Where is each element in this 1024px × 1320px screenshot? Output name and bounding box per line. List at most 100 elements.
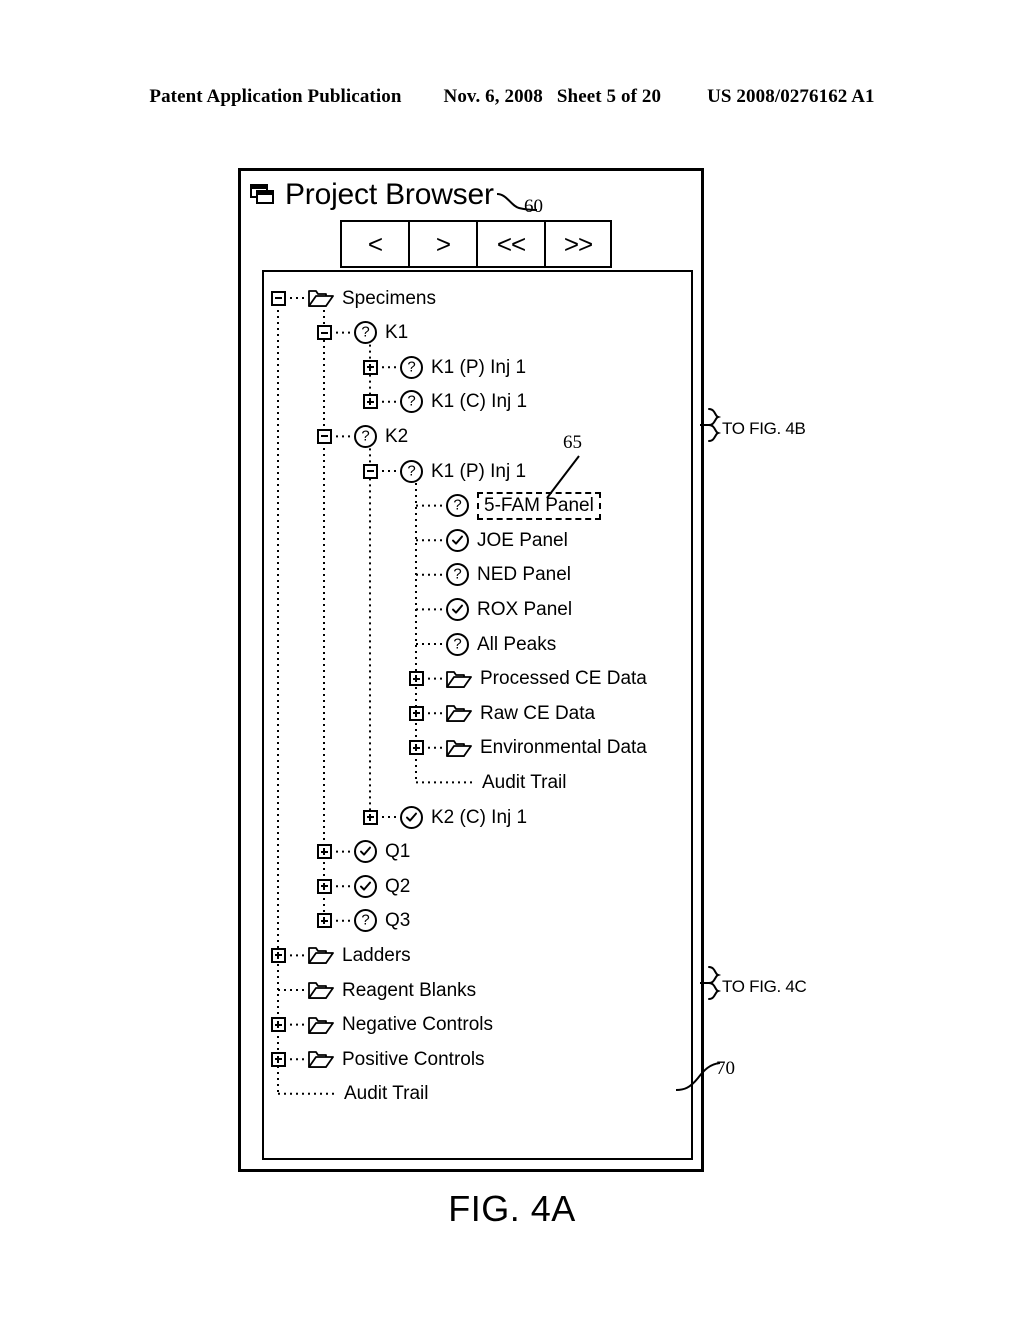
tree-node-q3[interactable]: Q3: [264, 904, 410, 938]
figure-caption: FIG. 4A: [448, 1188, 576, 1229]
tree-node-label-k2-k1-p-inj1: K1 (P) Inj 1: [431, 460, 527, 482]
tree-node-audit-trail-inner[interactable]: Audit Trail: [264, 765, 566, 799]
tree-node-label-negative-controls: Negative Controls: [342, 1014, 494, 1036]
check-circle-icon-panel-rox: [446, 597, 469, 621]
tree-node-label-q1: Q1: [385, 841, 411, 863]
window-titlebar: Project Browser: [250, 178, 494, 212]
tree-node-label-audit-trail-root: Audit Trail: [344, 1083, 429, 1105]
folder-icon-specimens: [308, 288, 334, 308]
tree-node-panel-rox[interactable]: ROX Panel: [264, 592, 572, 626]
tree-node-panel-ned[interactable]: NED Panel: [264, 558, 571, 592]
tree-expander-plus-q2[interactable]: [316, 878, 332, 894]
project-tree: Specimens K1 K1 (P) Inj 1 K1 (C) Inj 1 K2 K1 …: [264, 272, 691, 1158]
tree-node-label-audit-trail-inner: Audit Trail: [482, 771, 567, 793]
folder-icon-reagent-blanks: [308, 980, 334, 1000]
tree-node-audit-trail-root[interactable]: Audit Trail: [264, 1077, 428, 1111]
folder-icon-ladders: [308, 945, 334, 965]
publication-date: Nov. 6, 2008: [443, 86, 543, 107]
reference-60-label: 60: [524, 196, 543, 217]
tree-node-label-environmental: Environmental Data: [480, 737, 647, 759]
tree-node-label-processed-ce: Processed CE Data: [480, 668, 647, 690]
tree-expander-plus-processed-ce[interactable]: [408, 671, 424, 687]
tree-expander-plus-q3[interactable]: [316, 913, 332, 929]
tree-node-processed-ce[interactable]: Processed CE Data: [264, 662, 647, 696]
check-circle-icon-q2: [354, 874, 377, 898]
tree-node-k2[interactable]: K2: [264, 419, 408, 453]
question-circle-icon-panel-5fam: [446, 494, 469, 518]
tree-node-label-ladders: Ladders: [342, 944, 411, 966]
to-fig-4b-label: TO FIG. 4B: [722, 419, 806, 438]
tree-node-environmental[interactable]: Environmental Data: [264, 731, 647, 765]
tree-node-k1[interactable]: K1: [264, 316, 408, 350]
question-circle-icon-k2: [354, 424, 377, 448]
project-tree-panel[interactable]: Specimens K1 K1 (P) Inj 1 K1 (C) Inj 1 K2 K1 …: [262, 270, 693, 1160]
tree-expander-minus-specimens[interactable]: [270, 290, 286, 306]
question-circle-icon-k1: [354, 321, 377, 345]
tree-node-ladders[interactable]: Ladders: [264, 938, 411, 972]
to-fig-4c-label: TO FIG. 4C: [722, 977, 807, 996]
tree-node-panel-joe[interactable]: JOE Panel: [264, 523, 568, 557]
tree-node-label-specimens: Specimens: [342, 287, 436, 309]
tree-expander-plus-ladders[interactable]: [270, 947, 286, 963]
question-circle-icon-k2-k1-p-inj1: [400, 459, 423, 483]
tree-node-positive-controls[interactable]: Positive Controls: [264, 1042, 485, 1076]
question-circle-icon-panel-ned: [446, 563, 469, 587]
tree-expander-plus-q1[interactable]: [316, 844, 332, 860]
tree-node-k2-k1-p-inj1[interactable]: K1 (P) Inj 1: [264, 454, 526, 488]
nav-last-button[interactable]: >>: [544, 220, 612, 268]
tree-expander-minus-k2[interactable]: [316, 428, 332, 444]
folder-icon-positive-controls: [308, 1049, 334, 1069]
question-circle-icon-k1-p-inj1: [400, 355, 423, 379]
tree-node-label-q3: Q3: [385, 910, 411, 932]
navigation-button-group: < > << >>: [340, 220, 612, 268]
folder-icon-environmental: [446, 738, 472, 758]
question-circle-icon-q3: [354, 909, 377, 933]
folder-icon-negative-controls: [308, 1015, 334, 1035]
question-circle-icon-k1-c-inj1: [400, 390, 423, 414]
question-circle-icon-all-peaks: [446, 632, 469, 656]
tree-node-label-k2: K2: [385, 425, 409, 447]
tree-node-raw-ce[interactable]: Raw CE Data: [264, 696, 595, 730]
sheet-number: Sheet 5 of 20: [556, 86, 662, 107]
tree-expander-plus-k1-p-inj1[interactable]: [362, 359, 378, 375]
nav-next-button[interactable]: >: [408, 220, 476, 268]
tree-node-k2-c-inj1[interactable]: K2 (C) Inj 1: [264, 800, 527, 834]
tree-expander-plus-positive-controls[interactable]: [270, 1051, 286, 1067]
check-circle-icon-k2-c-inj1: [400, 805, 423, 829]
tree-expander-plus-raw-ce[interactable]: [408, 705, 424, 721]
tree-node-k1-p-inj1[interactable]: K1 (P) Inj 1: [264, 350, 526, 384]
tree-expander-plus-environmental[interactable]: [408, 740, 424, 756]
tree-expander-plus-k1-c-inj1[interactable]: [362, 394, 378, 410]
tree-node-q2[interactable]: Q2: [264, 869, 410, 903]
tree-node-label-raw-ce: Raw CE Data: [480, 702, 596, 724]
tree-node-label-k1: K1: [385, 322, 409, 344]
folder-icon-processed-ce: [446, 669, 472, 689]
check-circle-icon-panel-joe: [446, 528, 469, 552]
tree-node-label-all-peaks: All Peaks: [477, 633, 557, 655]
tree-node-q1[interactable]: Q1: [264, 835, 410, 869]
tree-node-k1-c-inj1[interactable]: K1 (C) Inj 1: [264, 385, 527, 419]
tree-node-label-reagent-blanks: Reagent Blanks: [342, 979, 477, 1001]
tree-node-label-k2-c-inj1: K2 (C) Inj 1: [431, 806, 528, 828]
tree-node-negative-controls[interactable]: Negative Controls: [264, 1008, 493, 1042]
tree-expander-plus-negative-controls[interactable]: [270, 1017, 286, 1033]
tree-expander-plus-k2-c-inj1[interactable]: [362, 809, 378, 825]
cascading-windows-icon: [250, 184, 276, 206]
patent-number: US 2008/0276162 A1: [707, 86, 875, 107]
publication-header: Patent Application Publication Nov. 6, 2…: [0, 86, 1024, 108]
window-title: Project Browser: [285, 178, 494, 211]
tree-node-all-peaks[interactable]: All Peaks: [264, 627, 556, 661]
nav-prev-button[interactable]: <: [340, 220, 408, 268]
tree-expander-minus-k2-k1-p-inj1[interactable]: [362, 463, 378, 479]
check-circle-icon-q1: [354, 840, 377, 864]
nav-first-button[interactable]: <<: [476, 220, 544, 268]
tree-node-reagent-blanks[interactable]: Reagent Blanks: [264, 973, 476, 1007]
tree-node-specimens[interactable]: Specimens: [264, 281, 436, 315]
tree-node-label-panel-ned: NED Panel: [477, 564, 571, 586]
folder-icon-raw-ce: [446, 703, 472, 723]
tree-node-label-k1-c-inj1: K1 (C) Inj 1: [431, 391, 528, 413]
reference-70-label: 70: [716, 1058, 735, 1079]
tree-node-label-panel-rox: ROX Panel: [477, 598, 573, 620]
tree-expander-minus-k1[interactable]: [316, 325, 332, 341]
reference-65-leader: [546, 455, 580, 499]
